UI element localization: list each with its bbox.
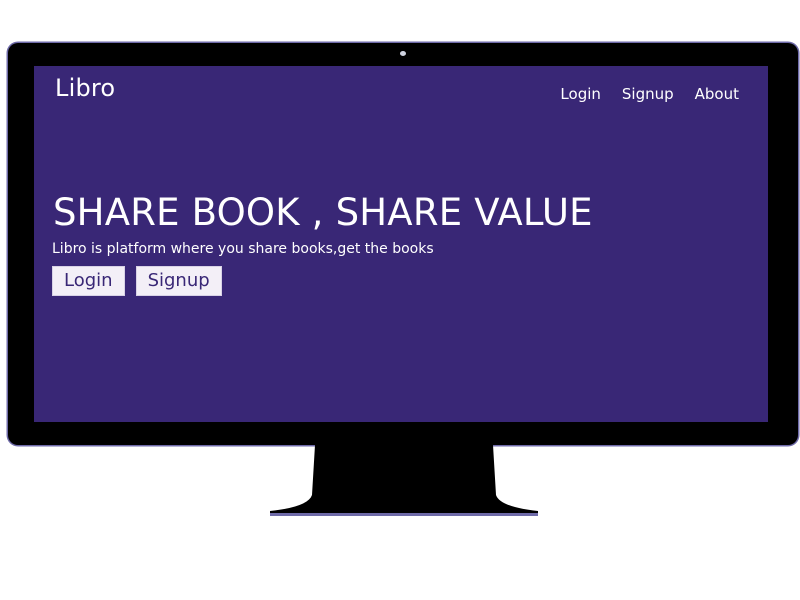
- hero-title: SHARE BOOK , SHARE VALUE: [53, 191, 593, 234]
- website-screen: Libro Login Signup About SHARE BOOK , SH…: [34, 66, 768, 422]
- login-button[interactable]: Login: [52, 266, 125, 296]
- nav-login-link[interactable]: Login: [560, 85, 600, 103]
- brand-logo[interactable]: Libro: [55, 74, 115, 102]
- hero-subtitle: Libro is platform where you share books,…: [52, 241, 434, 257]
- stand-neck: [270, 445, 538, 515]
- signup-button[interactable]: Signup: [135, 266, 222, 296]
- camera-icon: [400, 51, 406, 56]
- monitor-stand: [270, 445, 538, 516]
- nav-signup-link[interactable]: Signup: [622, 85, 674, 103]
- stand-base-edge: [270, 513, 538, 516]
- hero-actions: Login Signup: [52, 266, 222, 296]
- top-nav: Login Signup About: [560, 85, 739, 103]
- nav-about-link[interactable]: About: [695, 85, 739, 103]
- mockup-stage: Libro Login Signup About SHARE BOOK , SH…: [0, 0, 800, 600]
